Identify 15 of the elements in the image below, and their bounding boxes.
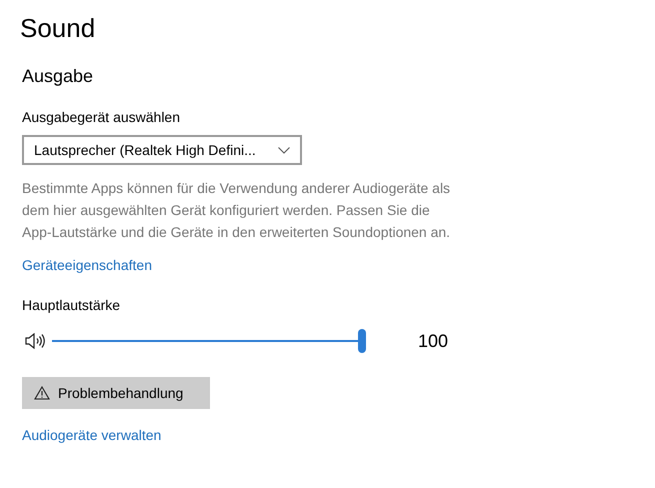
page-title: Sound [20,12,96,45]
volume-slider[interactable] [52,329,366,353]
device-properties-link[interactable]: Geräteeigenschaften [22,256,152,274]
chevron-down-icon [278,146,290,154]
troubleshoot-button[interactable]: Problembehandlung [22,377,210,409]
warning-icon [34,386,50,400]
volume-label: Hauptlautstärke [22,296,120,314]
volume-value: 100 [418,330,448,352]
field-label: Ausgabegerät auswählen [22,108,180,126]
device-dropdown[interactable]: Lautsprecher (Realtek High Defini... [22,135,302,165]
manage-devices-link[interactable]: Audiogeräte verwalten [22,426,162,444]
section-heading: Ausgabe [22,65,94,88]
slider-thumb[interactable] [358,329,366,353]
speaker-icon[interactable] [25,333,46,349]
description-text: Bestimmte Apps können für die Verwendung anderer Audiogeräte als dem hier ausgewählten Gerät konfiguriert werden. Passen Sie die App-Lautstärke und die Geräte in den erweiterten Soundoptionen an. [22,179,452,242]
